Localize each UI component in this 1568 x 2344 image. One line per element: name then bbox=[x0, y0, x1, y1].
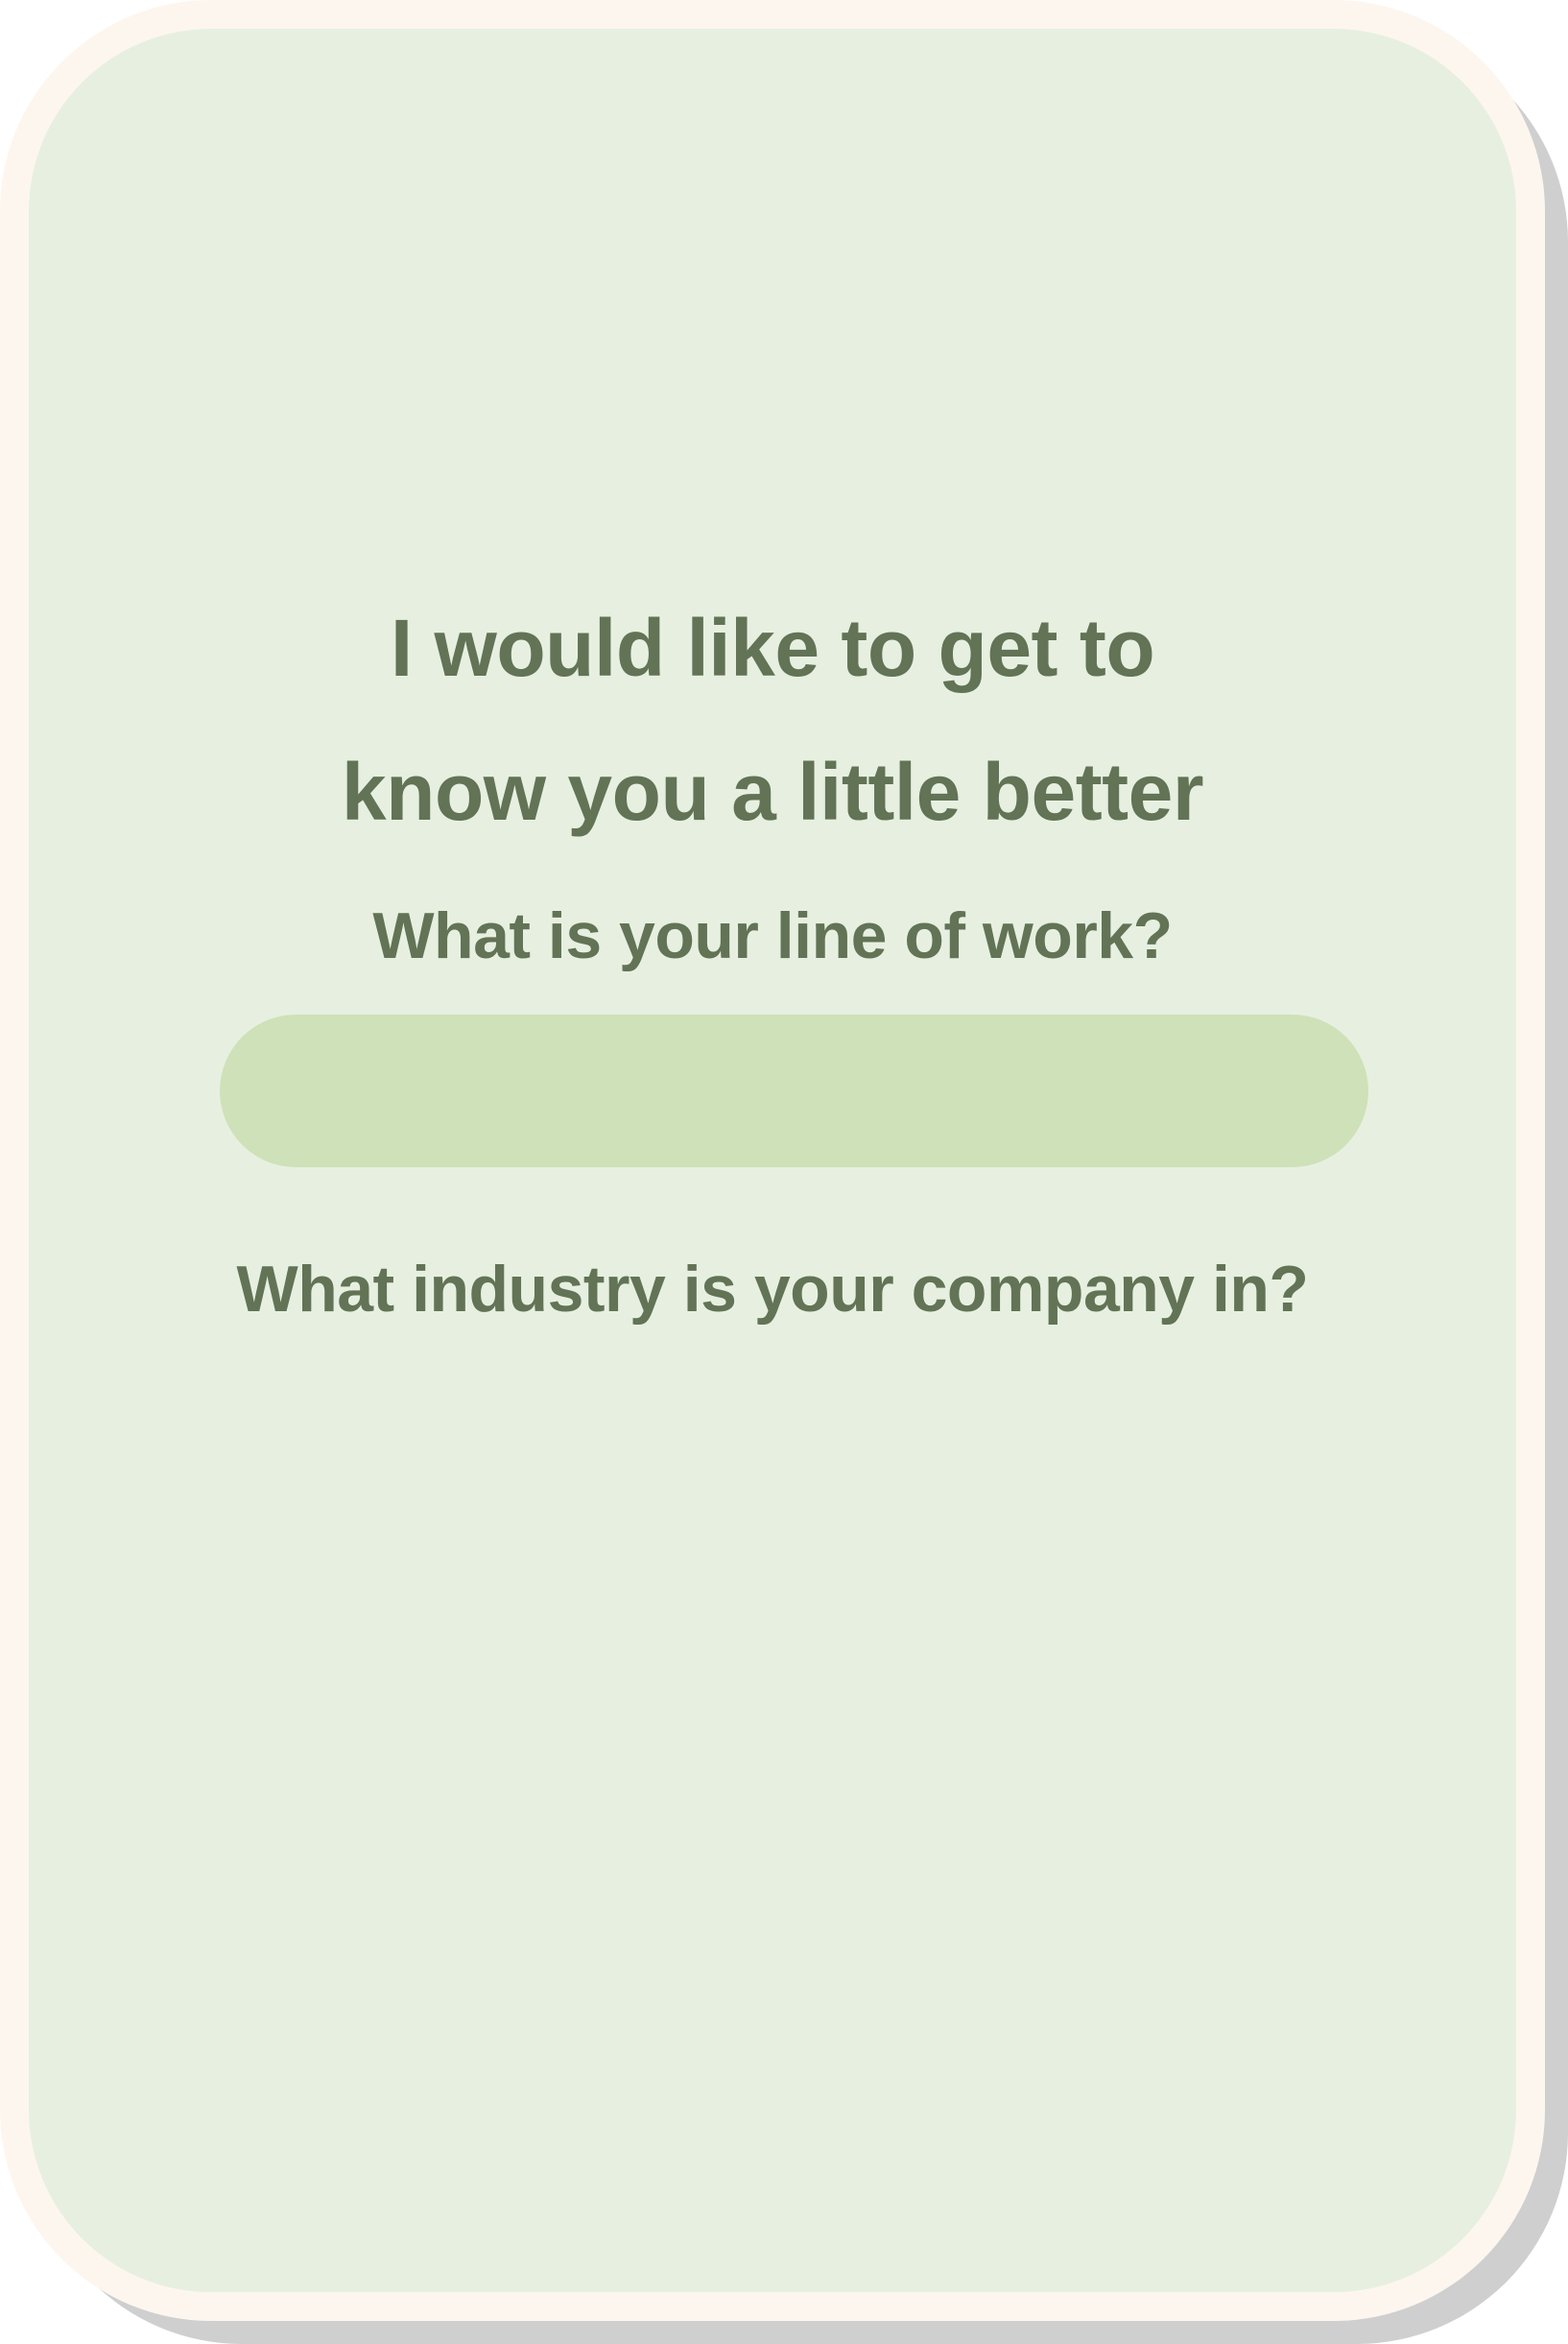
title-line-1: I would like to get to bbox=[390, 603, 1155, 693]
screen: I would like to get to know you a little… bbox=[0, 0, 1568, 2344]
line-of-work-input[interactable] bbox=[220, 1015, 1368, 1167]
industry-question: What industry is your company in? bbox=[236, 1253, 1309, 1326]
page-title: I would like to get to know you a little… bbox=[29, 576, 1516, 864]
onboarding-card: I would like to get to know you a little… bbox=[29, 29, 1516, 2292]
title-line-2: know you a little better bbox=[341, 747, 1204, 837]
line-of-work-question: What is your line of work? bbox=[372, 899, 1173, 972]
